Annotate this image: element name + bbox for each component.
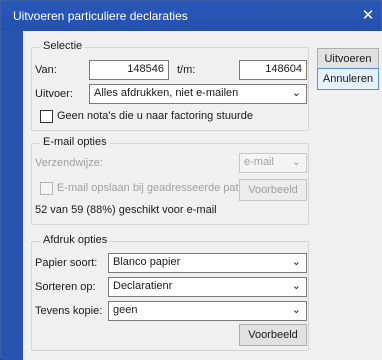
selectie-group: Selectie Van: 148546 t/m: 148604 Uitvoer… (31, 40, 309, 131)
selectie-title: Selectie (40, 40, 86, 52)
close-icon[interactable]: ✕ (359, 7, 377, 25)
print-preview-button[interactable]: Voorbeeld (239, 324, 307, 346)
from-input[interactable]: 148546 (89, 60, 169, 80)
save-email-label: E-mail opslaan bij geadresseerde patient (57, 182, 257, 194)
copy-select-value: geen (113, 304, 138, 316)
paper-select-value: Blanco papier (113, 256, 181, 268)
to-input[interactable]: 148604 (239, 60, 307, 80)
chevron-down-icon: ⌄ (291, 304, 301, 316)
print-title: Afdruk opties (40, 234, 111, 246)
sort-label: Sorteren op: (35, 281, 96, 293)
dialog-window: Uitvoeren particuliere declaraties ✕ Sel… (0, 0, 382, 360)
factoring-checkbox[interactable] (40, 110, 53, 123)
paper-select[interactable]: Blanco papier ⌄ (108, 253, 307, 273)
email-preview-button[interactable]: Voorbeeld (239, 179, 307, 201)
from-label: Van: (35, 64, 57, 76)
window-title: Uitvoeren particuliere declaraties (13, 9, 188, 23)
email-title: E-mail opties (40, 136, 110, 148)
chevron-down-icon: ⌄ (291, 280, 301, 292)
print-group: Afdruk opties Papier soort: Blanco papie… (31, 234, 309, 351)
sort-select-value: Declaratienr (113, 280, 173, 292)
output-select-value: Alles afdrukken, niet e-mailen (94, 87, 239, 99)
save-email-checkbox[interactable] (40, 182, 53, 195)
to-label: t/m: (177, 64, 196, 76)
factoring-label: Geen nota's die u naar factoring stuurde (57, 110, 253, 122)
title-bar: Uitvoeren particuliere declaraties ✕ (1, 1, 381, 31)
method-select[interactable]: e-mail ⌄ (239, 153, 307, 173)
paper-label: Papier soort: (35, 257, 98, 269)
chevron-down-icon: ⌄ (291, 256, 301, 268)
output-select[interactable]: Alles afdrukken, niet e-mailen ⌄ (89, 84, 307, 104)
copy-select[interactable]: geen ⌄ (108, 301, 307, 321)
execute-button[interactable]: Uitvoeren (317, 48, 379, 70)
cancel-button[interactable]: Annuleren (317, 68, 379, 90)
copy-label: Tevens kopie: (35, 305, 103, 317)
chevron-down-icon: ⌄ (291, 156, 301, 168)
method-select-value: e-mail (244, 156, 274, 168)
dialog-body: Selectie Van: 148546 t/m: 148604 Uitvoer… (23, 31, 382, 360)
output-label: Uitvoer: (35, 88, 73, 100)
method-label: Verzendwijze: (35, 157, 103, 169)
sort-select[interactable]: Declaratienr ⌄ (108, 277, 307, 297)
email-group: E-mail opties Verzendwijze: e-mail ⌄ E-m… (31, 136, 309, 225)
chevron-down-icon: ⌄ (291, 87, 301, 99)
email-status-text: 52 van 59 (88%) geschikt voor e-mail (35, 204, 217, 216)
window-left-border (1, 31, 23, 360)
